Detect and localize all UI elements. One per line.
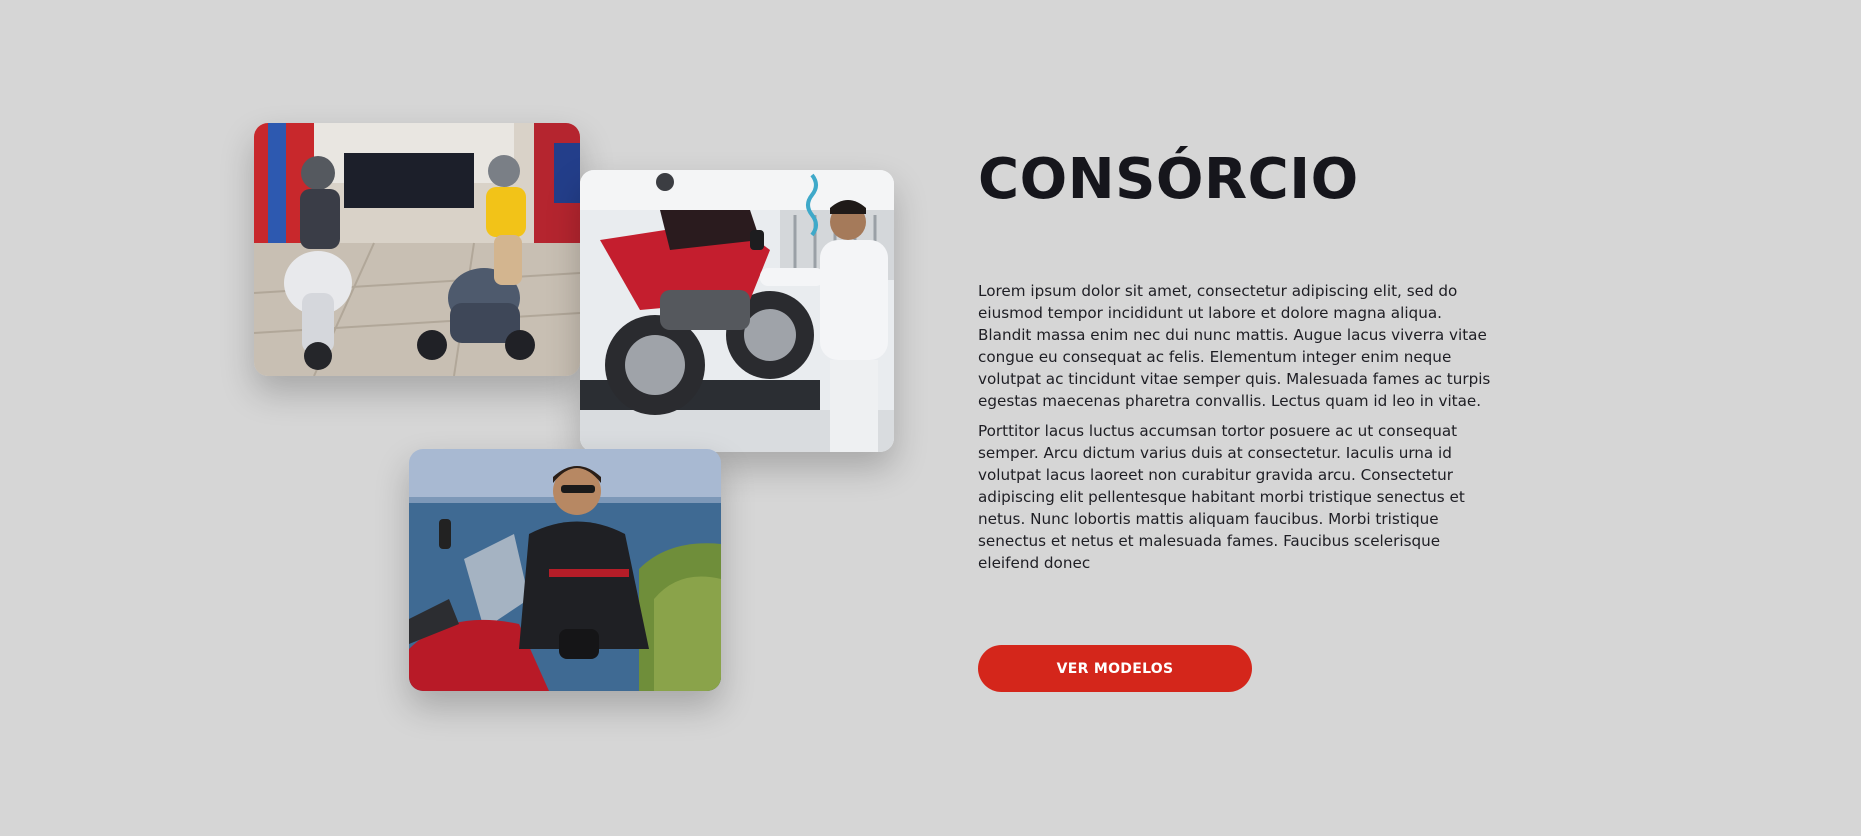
rider-by-sea-image: [409, 449, 721, 691]
rider-by-sea-photo: [409, 449, 721, 691]
riders-on-scooters-photo: [254, 123, 580, 376]
section-title: CONSÓRCIO: [978, 147, 1359, 212]
consorcio-content: CONSÓRCIO Lorem ipsum dolor sit amet, co…: [978, 140, 1518, 574]
consorcio-section: CONSÓRCIO Lorem ipsum dolor sit amet, co…: [0, 0, 1861, 836]
second-paragraph: Porttitor lacus luctus accumsan tortor p…: [978, 422, 1465, 572]
ver-modelos-button[interactable]: VER MODELOS: [978, 645, 1252, 692]
riders-on-scooters-image: [254, 123, 580, 376]
intro-paragraph: Lorem ipsum dolor sit amet, consectetur …: [978, 282, 1491, 410]
mechanic-workshop-photo: [580, 170, 894, 452]
mechanic-workshop-image: [580, 170, 894, 452]
